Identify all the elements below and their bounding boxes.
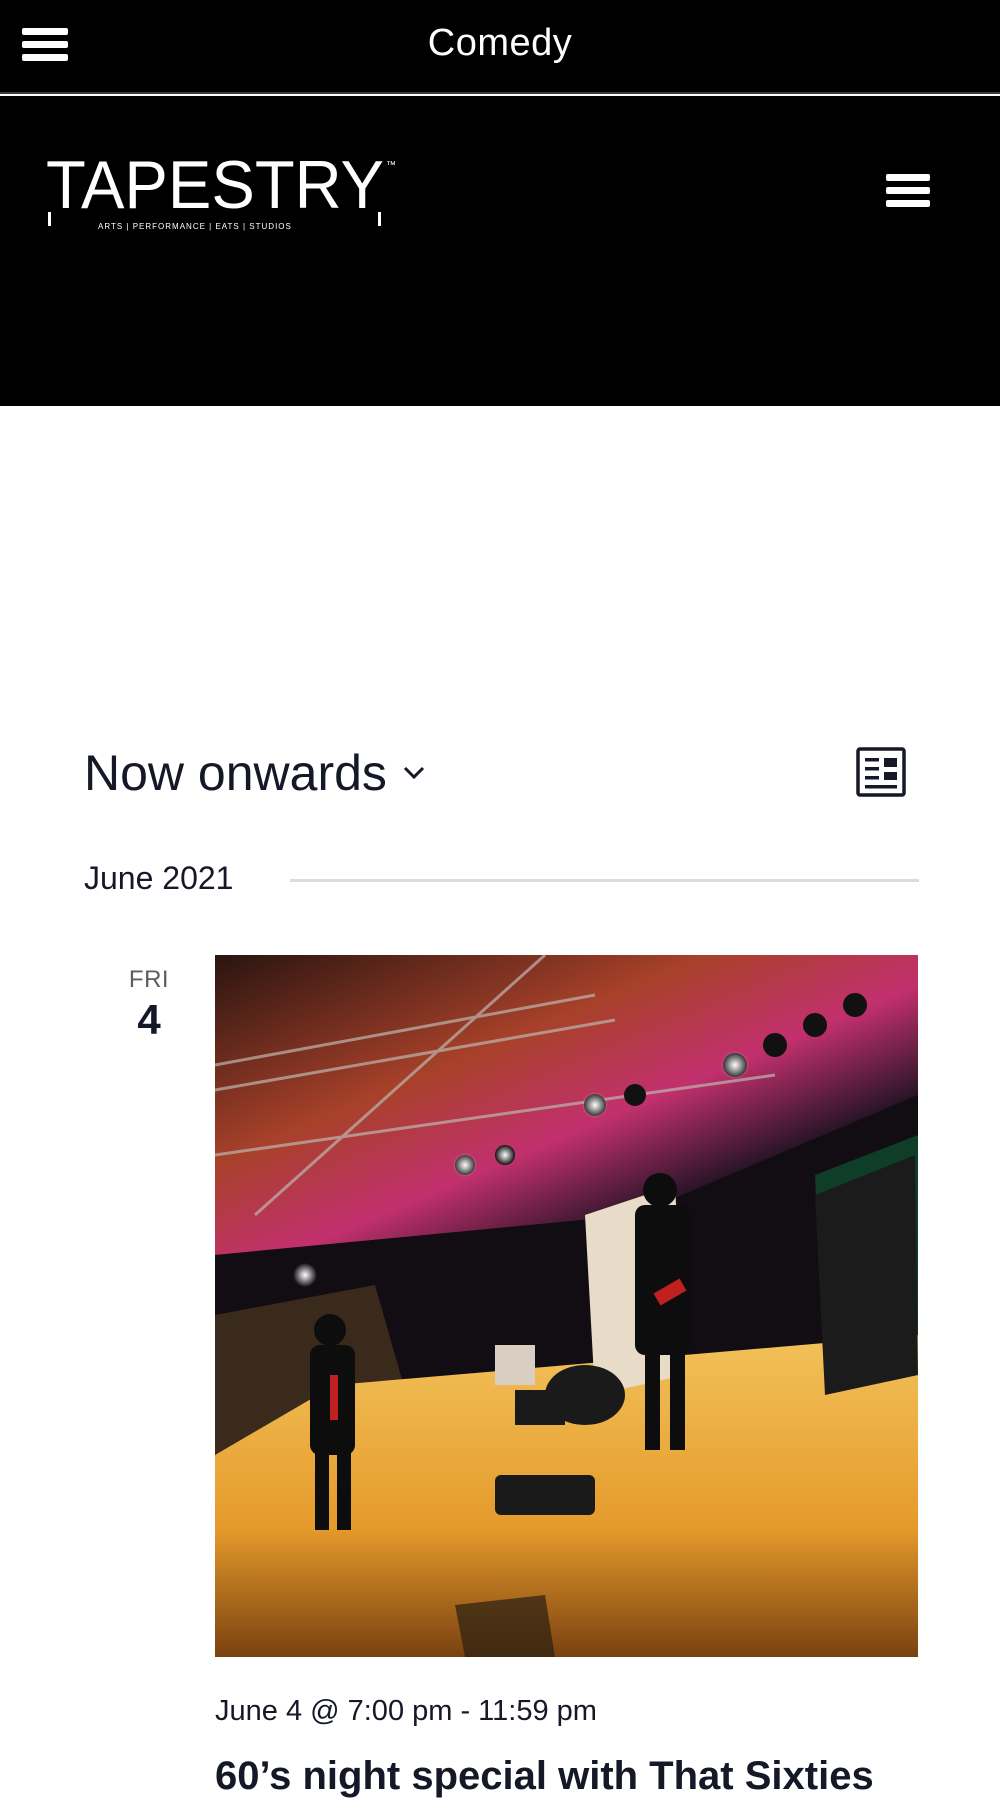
event-title-link[interactable]: 60’s night special with That Sixties [215, 1754, 874, 1799]
event-time: June 4 @ 7:00 pm - 11:59 pm [215, 1695, 597, 1727]
logo-tm: ™ [386, 160, 396, 171]
date-selector-button[interactable]: Now onwards [84, 740, 427, 806]
event-day-number: 4 [137, 996, 161, 1043]
events-bar: Now onwards [84, 740, 919, 806]
main-nav-menu-icon[interactable] [886, 174, 930, 210]
date-selector-label: Now onwards [84, 745, 387, 801]
logo-text: TAPESTRY [46, 147, 384, 223]
event-date-tag: FRI 4 [84, 966, 214, 1044]
tapestry-logo[interactable]: TAPESTRY ™ ARTS | PERFORMANCE | EATS | S… [46, 126, 401, 242]
month-separator: June 2021 [84, 858, 919, 900]
chevron-down-icon [403, 766, 424, 780]
top-app-bar: Comedy [0, 0, 1000, 94]
logo-tagline: ARTS | PERFORMANCE | EATS | STUDIOS [98, 222, 292, 231]
page-title: Comedy [427, 22, 573, 64]
month-label: June 2021 [84, 860, 234, 896]
list-view-icon[interactable] [855, 746, 907, 798]
month-divider [290, 879, 919, 882]
event-day-of-week: FRI [128, 966, 170, 993]
event-featured-image[interactable] [215, 955, 918, 1657]
band-on-stage-photo [215, 955, 918, 1657]
site-header: TAPESTRY ™ ARTS | PERFORMANCE | EATS | S… [0, 96, 1000, 406]
